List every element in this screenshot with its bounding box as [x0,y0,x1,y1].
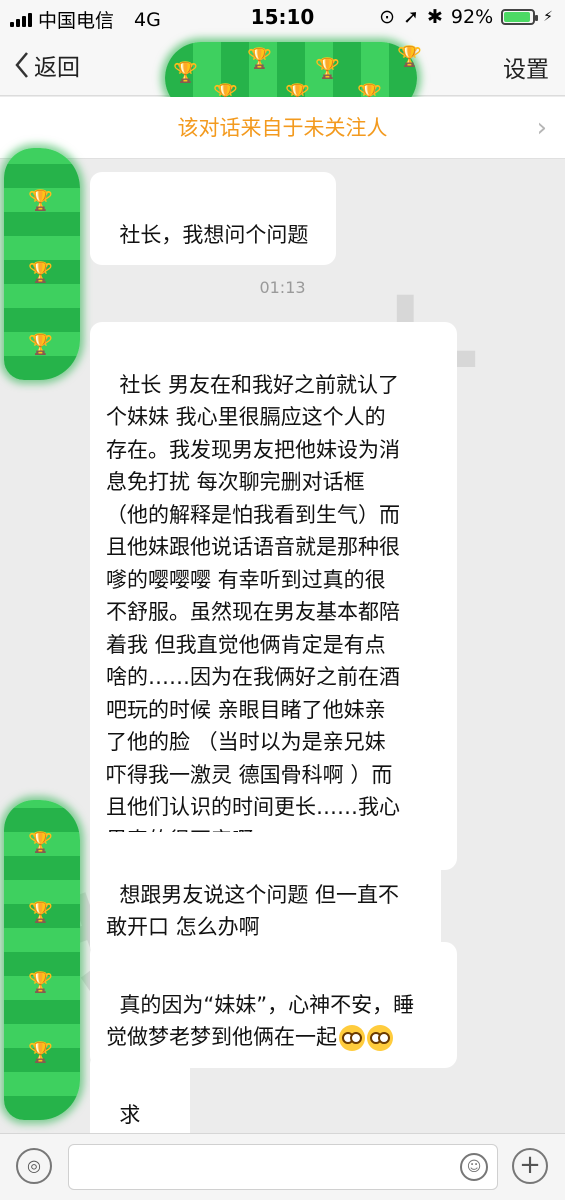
message-bubble[interactable]: 真的因为“妹妹”，心神不安，睡 觉做梦老梦到他俩在一起 [90,942,457,1068]
status-bar: 中国电信 4G 15:10 ⊙ ➚ ✱ 92% ⚡ [0,0,565,34]
message-bubble[interactable]: 社长，我想问个问题 [90,172,336,265]
message-text: 想跟男友说这个问题 但一直不 敢开口 怎么办啊 [106,882,400,940]
plus-icon[interactable]: + [512,1148,548,1184]
bluetooth-icon: ✱ [427,6,443,28]
charging-icon: ⚡ [543,9,553,25]
message-bubble[interactable]: 社长 男友在和我好之前就认了 个妹妹 我心里很膈应这个人的 存在。我发现男友把他… [90,322,457,870]
message-text: 社长，我想问个问题 [119,222,309,247]
message-input[interactable] [68,1144,498,1190]
emoji-icon[interactable]: ☺ [460,1153,488,1181]
not-following-notice[interactable]: 该对话来自于未关注人 › [0,97,565,159]
back-label: 返回 [34,55,80,81]
battery-icon [501,9,539,25]
avatar[interactable]: 🏆 🏆 🏆 🏆 [4,800,80,1120]
astonished-emoji-icon [367,1025,393,1051]
message-text: 社长 男友在和我好之前就认了 个妹妹 我心里很膈应这个人的 存在。我发现男友把他… [106,372,400,852]
location-icon: ➚ [403,6,419,28]
astonished-emoji-icon [339,1025,365,1051]
settings-button[interactable]: 设置 [503,50,549,84]
back-button[interactable]: 返回 [14,48,80,82]
orientation-lock-icon: ⊙ [379,6,396,28]
voice-icon[interactable]: ◎ [16,1148,52,1184]
nav-bar: 返回 🏆 🏆 🏆 🏆 🏆 🏆 🏆 设置 [0,34,565,114]
battery-percent: 92% [450,6,494,28]
status-right: ⊙ ➚ ✱ 92% ⚡ [379,6,553,28]
notice-text: 该对话来自于未关注人 [177,116,388,140]
avatar[interactable]: 🏆 🏆 🏆 [4,148,80,380]
message-timestamp: 01:13 [259,278,306,297]
chevron-right-icon: › [536,113,547,143]
input-bar: ◎ ☺ + [0,1133,565,1200]
message-bubble[interactable]: 想跟男友说这个问题 但一直不 敢开口 怎么办啊 [90,832,441,958]
chevron-left-icon [15,52,28,78]
